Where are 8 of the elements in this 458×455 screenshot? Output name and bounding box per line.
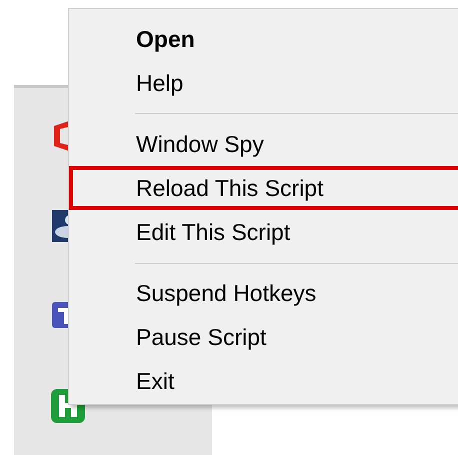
menu-item[interactable]: Suspend Hotkeys [69,272,458,316]
menu-item[interactable]: Window Spy [69,122,458,166]
menu-item[interactable]: Reload This Script [69,166,458,210]
menu-item[interactable]: Edit This Script [69,210,458,255]
menu-item[interactable]: Pause Script [69,316,458,360]
menu-item[interactable]: Open [69,17,458,62]
menu-item[interactable]: Exit [69,360,458,404]
menu-item[interactable]: Help [69,61,458,106]
